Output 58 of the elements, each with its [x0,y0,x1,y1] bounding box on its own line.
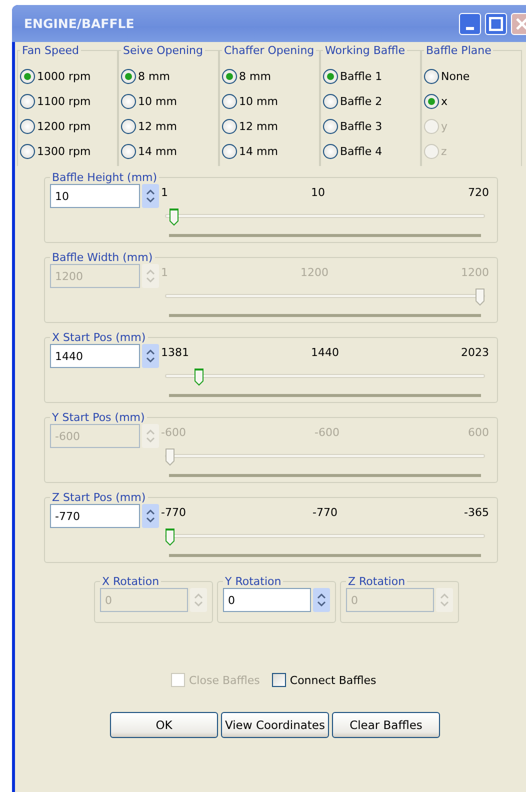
max-label: 600 [468,426,489,441]
radio-label: Baffle 1 [340,70,382,83]
group-title: Y Start Pos (mm) [51,411,146,424]
radio-label: 1100 rpm [37,95,91,108]
checkbox-label: Close Baffles [189,674,260,686]
radio-label: z [441,145,447,158]
group-title: Y Rotation [224,575,282,588]
checkbox-label: Connect Baffles [290,674,376,686]
radio-label: 14 mm [239,145,278,158]
value-label: 1200 [300,266,328,281]
group-title: Baffle Width (mm) [51,251,154,264]
value-label: 10 [311,186,325,201]
min-label: 1381 [161,346,189,361]
value-label: -770 [312,506,338,521]
max-label: 1200 [461,266,489,281]
group-title: Working Baffle [324,44,406,57]
radio-label: 10 mm [239,95,278,108]
radio-label: None [441,70,470,83]
radio-label: Baffle 4 [340,145,382,158]
radio-label: Baffle 3 [340,120,382,133]
radio-label: x [441,95,448,108]
group-title: Z Rotation [347,575,406,588]
radio-label: y [441,120,448,133]
number-field[interactable]: 1440 [50,344,140,368]
radio-label: 1200 rpm [37,120,91,133]
radio-label: 14 mm [138,145,177,158]
min-label: 1 [161,266,168,281]
dialog-button[interactable]: OK [110,712,218,738]
max-label: 2023 [461,346,489,361]
group-title: X Start Pos (mm) [51,331,147,344]
dialog-button[interactable]: Clear Baffles [332,712,440,738]
radio-label: 12 mm [138,120,177,133]
group-title: Baffle Plane [425,44,492,57]
window-title: ENGINE/BAFFLE [24,16,136,31]
number-field[interactable]: 0 [223,588,311,612]
value-label: -600 [314,426,340,441]
group-title: Chaffer Opening [223,44,316,57]
max-label: 720 [468,186,489,201]
group-title: Fan Speed [21,44,80,57]
min-label: 1 [161,186,168,201]
group-title: Z Start Pos (mm) [51,491,147,504]
radio-label: 1000 rpm [37,70,91,83]
radio-label: 10 mm [138,95,177,108]
max-label: -365 [464,506,489,521]
min-label: -770 [161,506,186,521]
dialog-button[interactable]: View Coordinates [221,712,329,738]
group-title: X Rotation [101,575,160,588]
min-label: -600 [161,426,186,441]
group-title: Baffle Height (mm) [51,171,158,184]
number-field[interactable]: 10 [50,184,140,208]
value-label: 1440 [311,346,339,361]
radio-label: 12 mm [239,120,278,133]
radio-label: 1300 rpm [37,145,91,158]
number-field[interactable]: -770 [50,504,140,528]
radio-label: Baffle 2 [340,95,382,108]
group-title: Seive Opening [122,44,204,57]
radio-label: 8 mm [239,70,271,83]
radio-label: 8 mm [138,70,170,83]
